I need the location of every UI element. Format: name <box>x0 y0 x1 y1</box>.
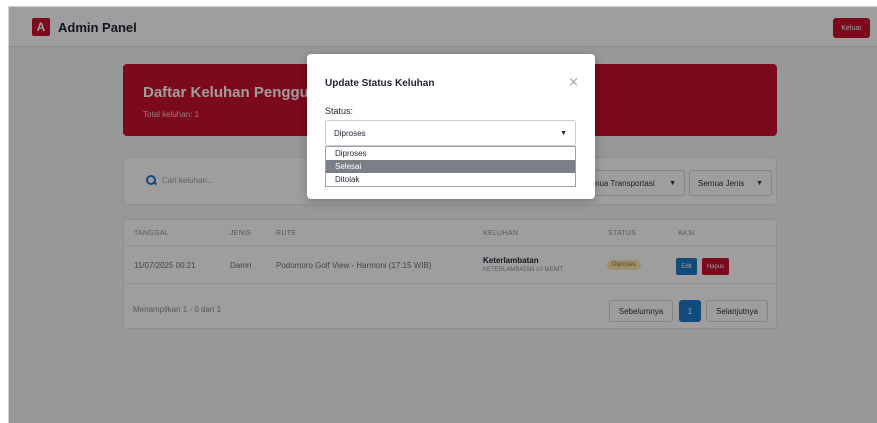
close-icon[interactable]: × <box>568 75 579 90</box>
status-dropdown-list: Diproses Selesai Ditolak <box>325 146 576 187</box>
status-select[interactable]: Diproses ▼ <box>325 120 576 146</box>
status-label: Status: <box>325 106 354 116</box>
chevron-down-icon: ▼ <box>560 129 567 137</box>
status-option-ditolak[interactable]: Ditolak <box>326 173 575 186</box>
update-status-modal: Update Status Keluhan × Status: Diproses… <box>307 54 595 199</box>
modal-title: Update Status Keluhan <box>325 78 435 89</box>
status-select-value: Diproses <box>334 128 366 138</box>
status-option-diproses[interactable]: Diproses <box>326 147 575 160</box>
status-option-selesai[interactable]: Selesai <box>326 160 575 173</box>
app-window: A Admin Panel Keluar Daftar Keluhan Peng… <box>8 6 877 423</box>
